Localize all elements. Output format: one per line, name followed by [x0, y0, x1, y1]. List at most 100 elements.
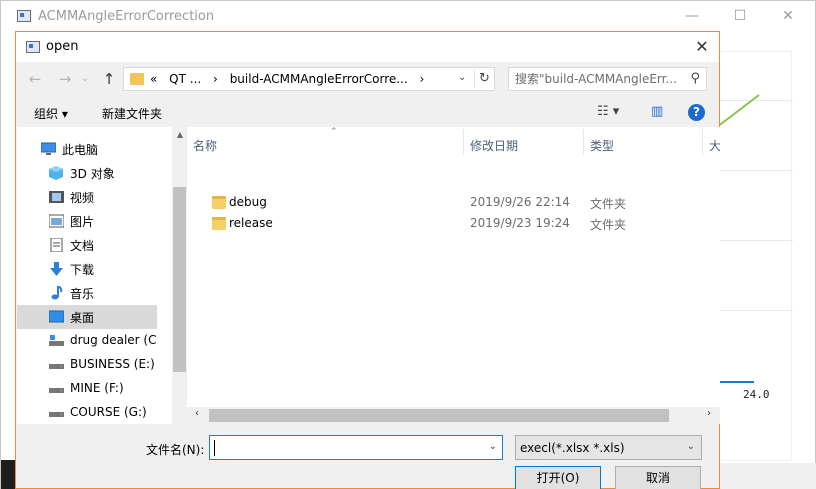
file-name: release — [229, 216, 273, 230]
maximize-button[interactable]: ☐ — [730, 7, 750, 25]
main-window-title: ACMMAngleErrorCorrection — [38, 9, 215, 24]
address-bar[interactable]: « QT ... › build-ACMMAngleErrorCorre... … — [123, 67, 495, 91]
file-type: 文件夹 — [590, 197, 627, 211]
nav-item-label: 下载 — [70, 263, 95, 277]
chart-tick-label: 24.0 — [743, 388, 770, 401]
filename-input[interactable] — [214, 439, 482, 456]
nav-item-music[interactable]: 音乐 — [17, 281, 157, 305]
chevron-down-icon[interactable]: ⌄ — [489, 441, 497, 452]
open-button[interactable]: 打开(O) — [515, 466, 601, 489]
nav-item-this-pc[interactable]: 此电脑 — [17, 137, 157, 161]
grid-line — [717, 240, 793, 241]
refresh-icon[interactable]: ↻ — [474, 70, 494, 88]
search-box[interactable]: ⚲ — [508, 67, 707, 91]
navigation-pane: 此电脑 3D 对象 视频 图片 文档 下载 音乐 桌面 drug dealer … — [17, 127, 172, 424]
nav-item-drive-f[interactable]: MINE (F:) — [17, 377, 157, 401]
chart-axis — [716, 381, 754, 383]
new-folder-button[interactable]: 新建文件夹 — [102, 105, 162, 122]
file-list-horizontal-scrollbar[interactable]: ‹ › — [187, 407, 720, 424]
recent-locations-chevron-icon[interactable]: ⌄ — [78, 69, 92, 89]
file-list: ⌃ 名称 修改日期 类型 大小 debug 2019/9/26 22:14 文件… — [187, 127, 720, 407]
file-row-release[interactable]: release 2019/9/23 19:24 文件夹 — [193, 213, 713, 234]
app-icon — [17, 10, 31, 22]
column-header-label: 修改日期 — [470, 139, 519, 153]
nav-item-label: 桌面 — [70, 311, 95, 325]
nav-item-videos[interactable]: 视频 — [17, 185, 157, 209]
scroll-left-icon[interactable]: ‹ — [195, 408, 199, 419]
view-options-icon[interactable]: ☷ ▾ — [597, 104, 619, 119]
cube-icon — [49, 166, 63, 180]
drive-icon — [49, 335, 64, 346]
nav-item-label: 音乐 — [70, 287, 95, 301]
scroll-right-icon[interactable]: › — [707, 408, 711, 419]
column-header-name[interactable]: 名称 — [187, 127, 463, 157]
scroll-thumb[interactable] — [173, 187, 186, 372]
nav-item-desktop[interactable]: 桌面 — [17, 305, 157, 329]
scroll-thumb[interactable] — [209, 409, 669, 422]
nav-item-label: 此电脑 — [62, 143, 99, 157]
computer-icon — [41, 142, 56, 155]
nav-item-label: 视频 — [70, 191, 95, 205]
chart-series-line — [717, 94, 760, 128]
forward-arrow-icon[interactable]: → — [54, 69, 76, 89]
column-header-modified[interactable]: 修改日期 — [464, 127, 583, 157]
dialog-app-icon — [26, 41, 40, 53]
filename-combo[interactable]: ⌄ — [209, 435, 503, 460]
nav-item-label: BUSINESS (E:) — [70, 357, 155, 371]
nav-item-documents[interactable]: 文档 — [17, 233, 157, 257]
file-type-filter[interactable]: execl(*.xlsx *.xls) ⌄ — [515, 435, 702, 460]
desktop-icon — [49, 310, 64, 323]
organize-menu[interactable]: 组织 ▾ — [34, 105, 68, 122]
nav-item-3d-objects[interactable]: 3D 对象 — [17, 161, 157, 185]
column-header-label: 大小 — [709, 139, 720, 153]
nav-item-label: COURSE (G:) — [70, 405, 147, 419]
breadcrumb: « QT ... › build-ACMMAngleErrorCorre... … — [150, 72, 432, 86]
chevron-down-icon[interactable]: ⌄ — [687, 441, 695, 452]
file-type-filter-value: execl(*.xlsx *.xls) — [520, 441, 625, 455]
column-header-label: 类型 — [590, 139, 615, 153]
file-type: 文件夹 — [590, 218, 627, 232]
help-icon[interactable]: ? — [688, 104, 705, 121]
file-name: debug — [229, 195, 267, 209]
search-icon[interactable]: ⚲ — [690, 71, 700, 86]
nav-item-drive-g[interactable]: COURSE (G:) — [17, 401, 157, 424]
nav-item-drive-c[interactable]: drug dealer (C — [17, 329, 157, 353]
text-caret — [214, 440, 215, 456]
nav-vertical-scrollbar[interactable]: ▲ — [172, 127, 187, 424]
nav-item-pictures[interactable]: 图片 — [17, 209, 157, 233]
scroll-up-icon[interactable]: ▲ — [174, 130, 186, 139]
column-header-size[interactable]: 大小 — [703, 127, 720, 157]
nav-item-label: 文档 — [70, 239, 95, 253]
cancel-button[interactable]: 取消 — [615, 466, 701, 489]
file-row-debug[interactable]: debug 2019/9/26 22:14 文件夹 — [193, 192, 713, 213]
breadcrumb-overflow[interactable]: « — [150, 72, 157, 86]
breadcrumb-build-folder[interactable]: build-ACMMAngleErrorCorre... — [230, 72, 408, 86]
folder-icon — [130, 73, 144, 85]
minimize-button[interactable]: — — [682, 7, 702, 25]
column-header-label: 名称 — [193, 139, 218, 153]
nav-item-label: 图片 — [70, 215, 95, 229]
nav-item-label: drug dealer (C — [70, 333, 157, 347]
column-header-type[interactable]: 类型 — [584, 127, 702, 157]
drive-icon — [49, 388, 64, 393]
back-arrow-icon[interactable]: ← — [24, 69, 46, 89]
search-input[interactable] — [515, 71, 683, 87]
nav-item-drive-e[interactable]: BUSINESS (E:) — [17, 353, 157, 377]
breadcrumb-separator-icon[interactable]: › — [420, 72, 425, 86]
nav-item-label: 3D 对象 — [70, 167, 115, 181]
nav-item-downloads[interactable]: 下载 — [17, 257, 157, 281]
breadcrumb-separator-icon[interactable]: › — [213, 72, 218, 86]
dialog-close-button[interactable]: ✕ — [691, 36, 713, 58]
open-dialog: open ✕ ← → ⌄ ↑ « QT ... › build-ACMMAngl… — [15, 31, 720, 489]
preview-pane-icon[interactable]: ▥ — [651, 104, 663, 119]
nav-item-label: MINE (F:) — [70, 381, 124, 395]
grid-line — [717, 310, 793, 311]
breadcrumb-qt[interactable]: QT ... — [169, 72, 201, 86]
file-modified: 2019/9/26 22:14 — [470, 195, 570, 209]
video-icon — [49, 191, 64, 203]
drive-icon — [49, 412, 64, 417]
address-dropdown-icon[interactable]: ⌄ — [458, 72, 466, 83]
dialog-title: open — [46, 39, 79, 54]
up-arrow-icon[interactable]: ↑ — [98, 69, 120, 89]
main-close-button[interactable]: ✕ — [778, 7, 798, 25]
